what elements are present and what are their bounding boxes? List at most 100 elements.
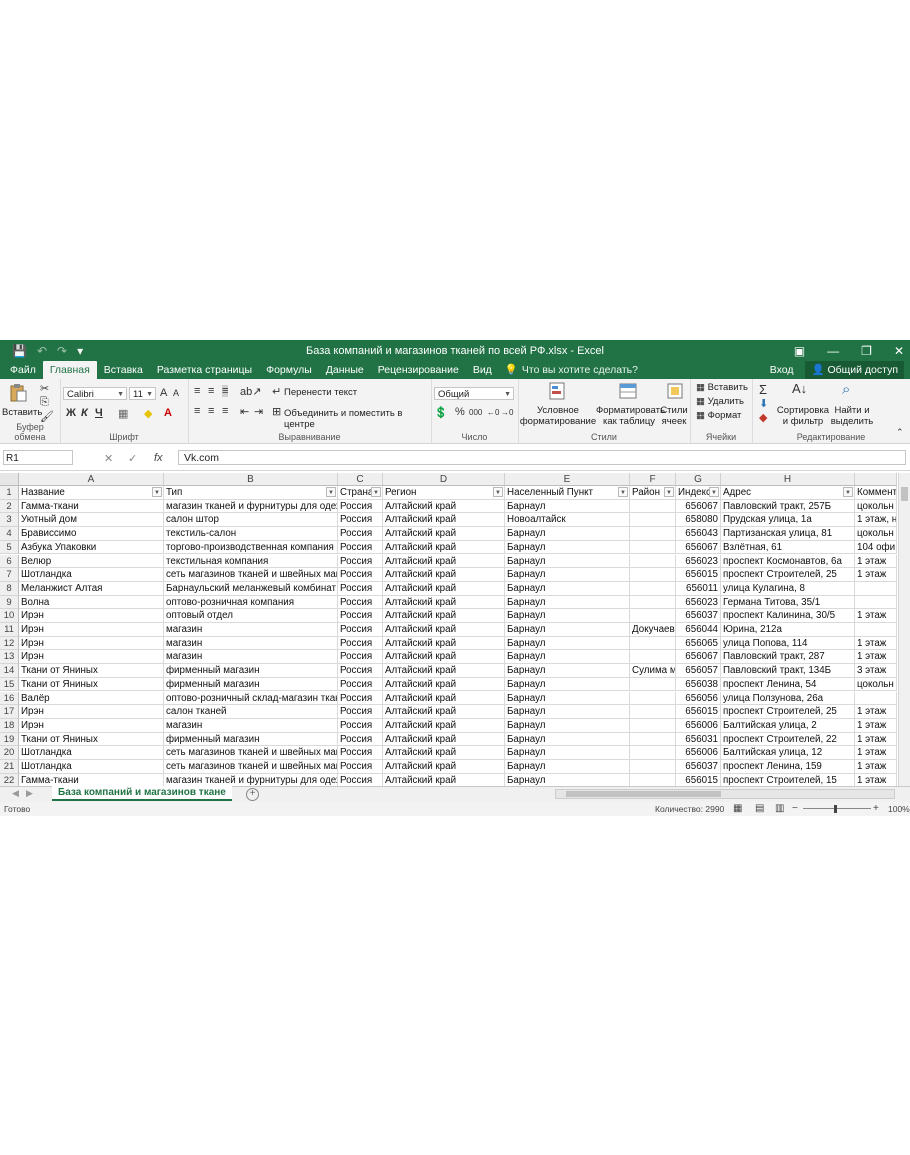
table-cell[interactable]: Россия (338, 746, 383, 760)
table-cell[interactable] (630, 760, 676, 774)
tab-formulas[interactable]: Формулы (259, 361, 319, 379)
wrap-text-icon[interactable]: ↵ (272, 385, 281, 398)
formula-input[interactable]: Vk.com (178, 450, 906, 465)
row-header[interactable]: 6 (0, 554, 19, 569)
table-cell[interactable]: Алтайский край (383, 513, 505, 528)
table-cell[interactable]: Докучаево (630, 623, 676, 637)
table-cell[interactable]: Балтийская улица, 12 (721, 746, 855, 760)
table-cell[interactable]: цокольн (855, 499, 897, 514)
comma-style-button[interactable]: 000 (469, 408, 482, 417)
delete-cells-button[interactable]: ▦ Удалить (696, 396, 744, 407)
vertical-scrollbar[interactable] (898, 473, 910, 786)
zoom-slider-thumb[interactable] (834, 805, 837, 813)
table-cell[interactable]: 656037 (676, 760, 721, 774)
table-cell[interactable]: оптово-розничный склад-магазин ткан (164, 691, 338, 706)
table-cell[interactable]: проспект Строителей, 15 (721, 773, 855, 786)
page-layout-view-icon[interactable]: ▤ (755, 802, 764, 816)
table-cell[interactable]: Сулима м (630, 664, 676, 678)
redo-icon[interactable]: ↷ (57, 344, 67, 358)
shrink-font-icon[interactable]: A (173, 388, 179, 398)
new-sheet-button[interactable]: + (246, 788, 259, 801)
align-left-icon[interactable]: ≡ (194, 405, 200, 417)
underline-button[interactable]: Ч (95, 407, 103, 419)
column-header-C[interactable]: C (338, 473, 383, 486)
table-cell[interactable] (630, 527, 676, 541)
decrease-decimal-button[interactable]: →0 (501, 408, 513, 417)
table-cell[interactable]: 656043 (676, 527, 721, 541)
filter-dropdown-icon[interactable]: ▼ (709, 487, 719, 497)
bold-button[interactable]: Ж (66, 407, 76, 419)
table-cell[interactable]: Алтайский край (383, 595, 505, 610)
table-cell[interactable]: Алтайский край (383, 527, 505, 541)
font-size-select[interactable]: 11 ▼ (129, 387, 156, 400)
table-cell[interactable]: Азбука Упаковки (19, 540, 164, 555)
table-cell[interactable]: Уютный дом (19, 513, 164, 528)
minimize-icon[interactable]: — (827, 344, 839, 358)
table-cell[interactable]: Алтайский край (383, 581, 505, 596)
next-sheet-icon[interactable]: ▶ (26, 788, 33, 799)
table-cell[interactable] (630, 746, 676, 760)
table-cell[interactable]: Россия (338, 513, 383, 528)
currency-icon[interactable]: 💲 (434, 406, 448, 419)
row-header[interactable]: 16 (0, 691, 19, 706)
zoom-in-button[interactable]: + (873, 802, 879, 816)
table-cell[interactable]: Алтайский край (383, 664, 505, 678)
table-cell[interactable] (630, 732, 676, 747)
table-cell[interactable]: Россия (338, 664, 383, 678)
table-cell[interactable]: Прудская улица, 1а (721, 513, 855, 528)
cell-styles-button[interactable]: Стили ячеек (658, 405, 690, 427)
table-cell[interactable] (630, 650, 676, 665)
conditional-formatting-icon[interactable] (548, 381, 568, 401)
table-cell[interactable]: Россия (338, 554, 383, 569)
table-cell[interactable]: улица Ползунова, 26а (721, 691, 855, 706)
borders-icon[interactable]: ▦ (118, 407, 128, 420)
table-cell[interactable]: Шотландка (19, 568, 164, 582)
table-cell[interactable]: магазин (164, 650, 338, 665)
vertical-scroll-thumb[interactable] (901, 487, 908, 501)
table-cell[interactable]: Россия (338, 499, 383, 514)
undo-icon[interactable]: ↶ (37, 344, 47, 358)
conditional-formatting-button[interactable]: Условное форматирование (518, 405, 598, 427)
table-cell[interactable]: Меланжист Алтая (19, 581, 164, 596)
table-cell[interactable]: 656067 (676, 650, 721, 665)
row-header[interactable]: 11 (0, 623, 19, 637)
table-cell[interactable]: проспект Космонавтов, 6а (721, 554, 855, 569)
table-cell[interactable]: Алтайский край (383, 732, 505, 747)
table-cell[interactable]: Барнаул (505, 650, 630, 665)
row-header[interactable]: 15 (0, 677, 19, 692)
table-cell[interactable]: Барнаул (505, 554, 630, 569)
share-button[interactable]: 👤 Общий доступ (805, 361, 904, 379)
increase-decimal-button[interactable]: ←0 (487, 408, 499, 417)
table-cell[interactable]: Алтайский край (383, 718, 505, 733)
table-cell[interactable]: Россия (338, 773, 383, 786)
table-cell[interactable]: Россия (338, 527, 383, 541)
align-bottom-icon[interactable]: ≡ (222, 385, 229, 397)
header-cell[interactable]: Регион ▼ (383, 486, 505, 500)
table-cell[interactable]: Барнаул (505, 623, 630, 637)
table-cell[interactable]: Алтайский край (383, 609, 505, 623)
table-cell[interactable]: Алтайский край (383, 746, 505, 760)
merge-center-button[interactable]: Объединить и поместить в центре (284, 408, 431, 430)
table-cell[interactable]: сеть магазинов тканей и швейных маш (164, 568, 338, 582)
table-cell[interactable]: 1 этаж (855, 746, 897, 760)
restore-icon[interactable]: ❐ (861, 344, 872, 358)
filter-dropdown-icon[interactable]: ▼ (618, 487, 628, 497)
header-cell[interactable]: Страна ▼ (338, 486, 383, 500)
table-cell[interactable]: улица Кулагина, 8 (721, 581, 855, 596)
filter-dropdown-icon[interactable]: ▼ (664, 487, 674, 497)
table-cell[interactable]: Шотландка (19, 746, 164, 760)
cancel-icon[interactable]: ✕ (104, 452, 113, 465)
table-cell[interactable]: Барнаул (505, 677, 630, 692)
table-cell[interactable]: Барнаульский меланжевый комбинат (164, 581, 338, 596)
table-cell[interactable]: Россия (338, 760, 383, 774)
table-cell[interactable]: 1 этаж (855, 568, 897, 582)
row-header[interactable]: 22 (0, 773, 19, 786)
table-cell[interactable]: Алтайский край (383, 677, 505, 692)
format-cells-button[interactable]: ▦ Формат (696, 410, 741, 421)
prev-sheet-icon[interactable]: ◀ (12, 788, 19, 799)
table-cell[interactable]: Россия (338, 581, 383, 596)
header-cell[interactable]: Адрес ▼ (721, 486, 855, 500)
table-cell[interactable]: Юрина, 212а (721, 623, 855, 637)
table-cell[interactable]: 656044 (676, 623, 721, 637)
column-header-B[interactable]: B (164, 473, 338, 486)
